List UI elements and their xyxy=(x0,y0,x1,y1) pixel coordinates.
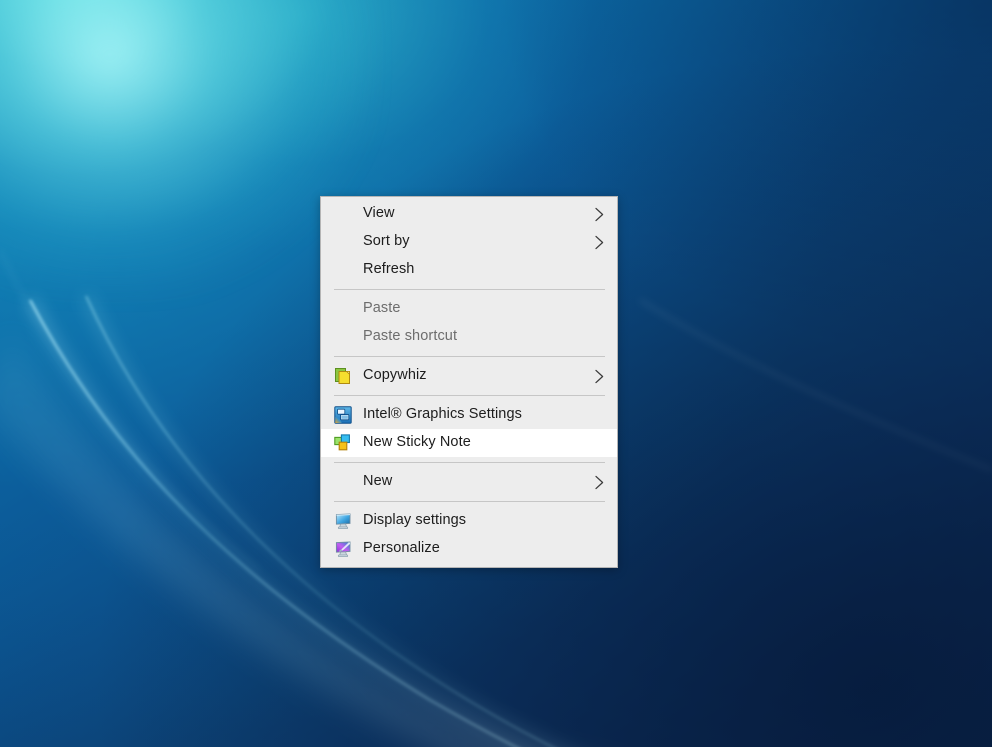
menu-item-new-sticky-note[interactable]: New Sticky Note xyxy=(321,429,617,457)
menu-item-label: Paste shortcut xyxy=(363,329,609,345)
menu-item-icon-slot xyxy=(333,405,363,425)
menu-item-label: Refresh xyxy=(363,262,609,278)
menu-item-icon-slot xyxy=(333,204,363,224)
menu-item-icon-slot xyxy=(333,511,363,531)
menu-item-icon-slot xyxy=(333,260,363,280)
chevron-right-icon xyxy=(591,234,607,250)
menu-item-paste: Paste xyxy=(321,295,617,323)
menu-item-label: Intel® Graphics Settings xyxy=(363,407,609,423)
wallpaper-glow xyxy=(0,0,370,290)
menu-separator xyxy=(334,289,605,290)
menu-item-new[interactable]: New xyxy=(321,468,617,496)
intel-graphics-icon xyxy=(334,406,352,424)
menu-item-label: New xyxy=(363,474,591,490)
menu-item-icon-slot xyxy=(333,299,363,319)
menu-separator xyxy=(334,501,605,502)
menu-item-personalize[interactable]: Personalize xyxy=(321,535,617,563)
chevron-right-icon xyxy=(591,368,607,384)
sticky-notes-icon xyxy=(334,434,352,452)
menu-separator xyxy=(334,395,605,396)
menu-item-sort-by[interactable]: Sort by xyxy=(321,228,617,256)
menu-item-icon-slot xyxy=(333,327,363,347)
desktop-context-menu[interactable]: View Sort by RefreshPastePaste shortcut … xyxy=(320,196,618,568)
menu-item-icon-slot xyxy=(333,433,363,453)
menu-item-icon-slot xyxy=(333,539,363,559)
menu-item-label: Copywhiz xyxy=(363,368,591,384)
menu-item-icon-slot xyxy=(333,472,363,492)
menu-item-paste-shortcut: Paste shortcut xyxy=(321,323,617,351)
menu-separator xyxy=(334,356,605,357)
menu-item-label: Display settings xyxy=(363,513,609,529)
menu-item-view[interactable]: View xyxy=(321,200,617,228)
menu-item-label: View xyxy=(363,206,591,222)
menu-item-label: New Sticky Note xyxy=(363,435,609,451)
menu-item-label: Sort by xyxy=(363,234,591,250)
menu-item-label: Personalize xyxy=(363,541,609,557)
display-monitor-icon xyxy=(334,512,352,530)
desktop-background[interactable]: View Sort by RefreshPastePaste shortcut … xyxy=(0,0,992,747)
chevron-right-icon xyxy=(591,474,607,490)
menu-item-icon-slot xyxy=(333,366,363,386)
copywhiz-documents-icon xyxy=(334,367,352,385)
menu-item-intel-graphics-settings[interactable]: Intel® Graphics Settings xyxy=(321,401,617,429)
personalize-brush-icon xyxy=(334,540,352,558)
menu-item-refresh[interactable]: Refresh xyxy=(321,256,617,284)
menu-item-icon-slot xyxy=(333,232,363,252)
menu-item-label: Paste xyxy=(363,301,609,317)
chevron-right-icon xyxy=(591,206,607,222)
menu-item-display-settings[interactable]: Display settings xyxy=(321,507,617,535)
menu-item-copywhiz[interactable]: Copywhiz xyxy=(321,362,617,390)
menu-separator xyxy=(334,462,605,463)
